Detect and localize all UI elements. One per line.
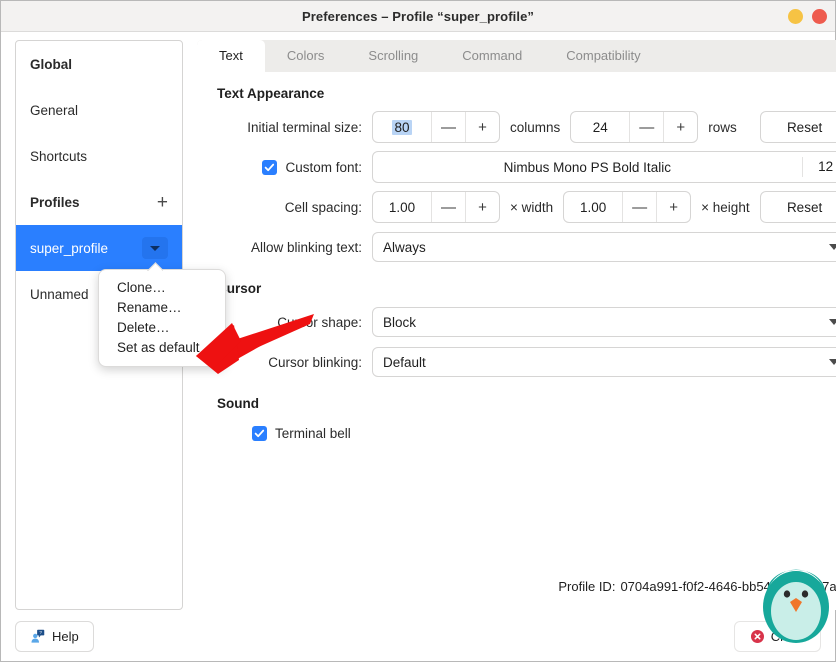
sidebar-item-label: General <box>30 102 79 118</box>
chevron-down-icon <box>828 359 836 365</box>
allow-blinking-text-value: Always <box>383 239 426 255</box>
columns-value[interactable]: 80 <box>373 112 431 142</box>
cell-width-unit-label: × width <box>510 199 554 215</box>
row-initial-terminal-size: Initial terminal size: 80 — + columns 24… <box>217 111 836 143</box>
row-terminal-bell: Terminal bell <box>217 421 836 445</box>
cell-height-unit-label: × height <box>701 199 750 215</box>
popup-pointer <box>147 262 163 271</box>
sidebar-item-label: Shortcuts <box>30 148 88 164</box>
row-cell-spacing: Cell spacing: 1.00 — + × width 1.00 — + … <box>217 191 836 223</box>
row-custom-font: Custom font: Nimbus Mono PS Bold Italic … <box>217 151 836 183</box>
label-cell-spacing: Cell spacing: <box>284 199 362 215</box>
sidebar-item-label: Unnamed <box>30 286 89 302</box>
tab-colors[interactable]: Colors <box>265 40 347 72</box>
label-cursor-blinking: Cursor blinking: <box>268 354 362 370</box>
tab-bar: Text Colors Scrolling Command Compatibil… <box>197 40 836 72</box>
sidebar-item-label: Global <box>30 56 73 72</box>
add-profile-icon[interactable]: + <box>157 193 168 212</box>
rows-minus-button[interactable]: — <box>629 112 663 142</box>
tab-compatibility[interactable]: Compatibility <box>544 40 662 72</box>
help-button[interactable]: ? Help <box>15 620 94 652</box>
main-panel: Text Colors Scrolling Command Compatibil… <box>183 32 836 610</box>
rows-value[interactable]: 24 <box>571 112 629 142</box>
cell-width-plus-button[interactable]: + <box>465 192 499 222</box>
tab-text[interactable]: Text <box>197 40 265 72</box>
cell-height-value[interactable]: 1.00 <box>564 192 622 222</box>
custom-font-size: 12 <box>801 157 836 177</box>
tab-command[interactable]: Command <box>440 40 544 72</box>
profile-menu-button[interactable] <box>142 237 168 259</box>
sidebar-item-shortcuts[interactable]: Shortcuts <box>16 133 182 179</box>
sidebar-section-label: Profiles <box>30 194 80 210</box>
window-controls <box>788 1 827 31</box>
cell-height-minus-button[interactable]: — <box>622 192 656 222</box>
label-allow-blinking-text: Allow blinking text: <box>250 239 362 255</box>
row-allow-blinking-text: Allow blinking text: Always <box>217 231 836 263</box>
minimize-button[interactable] <box>788 8 803 24</box>
window-title: Preferences – Profile “super_profile” <box>301 8 534 24</box>
terminal-bell-label: Terminal bell <box>275 425 351 441</box>
cell-spacing-reset-button[interactable]: Reset <box>759 191 836 223</box>
section-title-sound: Sound <box>217 396 259 411</box>
text-tab-content: Text Appearance Initial terminal size: 8… <box>197 72 836 610</box>
tab-scrolling[interactable]: Scrolling <box>346 40 440 72</box>
help-icon: ? <box>31 629 45 643</box>
window-footer: ? Help Close <box>1 610 835 662</box>
section-title-cursor: Cursor <box>217 281 262 296</box>
preferences-window: Preferences – Profile “super_profile” Gl… <box>0 0 836 662</box>
custom-font-checkbox[interactable] <box>262 159 278 175</box>
custom-font-label: Custom font: <box>285 159 362 175</box>
sidebar-item-global[interactable]: Global <box>16 41 182 87</box>
menu-item-set-as-default[interactable]: Set as default <box>99 338 225 358</box>
rows-unit-label: rows <box>708 119 737 135</box>
columns-unit-label: columns <box>510 119 561 135</box>
chevron-down-icon <box>828 244 836 250</box>
profile-context-menu[interactable]: Clone… Rename… Delete… Set as default <box>98 269 226 367</box>
chevron-down-icon <box>828 319 836 325</box>
row-cursor-shape: Cursor shape: Block <box>217 306 836 338</box>
window-titlebar: Preferences – Profile “super_profile” <box>1 1 835 32</box>
rows-stepper[interactable]: 24 — + <box>570 111 699 143</box>
columns-plus-button[interactable]: + <box>465 112 499 142</box>
profile-id-label: Profile ID: <box>558 579 616 594</box>
cursor-blinking-value: Default <box>383 354 426 370</box>
columns-minus-button[interactable]: — <box>431 112 465 142</box>
menu-item-delete[interactable]: Delete… <box>99 318 225 338</box>
allow-blinking-text-select[interactable]: Always <box>372 232 836 262</box>
penguin-mascot <box>763 569 829 643</box>
menu-item-rename[interactable]: Rename… <box>99 298 225 318</box>
svg-text:?: ? <box>39 630 42 635</box>
help-button-label: Help <box>52 628 79 644</box>
cursor-shape-value: Block <box>383 314 417 330</box>
window-close-button[interactable] <box>812 8 827 24</box>
columns-stepper[interactable]: 80 — + <box>372 111 500 143</box>
custom-font-name: Nimbus Mono PS Bold Italic <box>503 159 671 175</box>
row-cursor-blinking: Cursor blinking: Default <box>217 346 836 378</box>
cell-height-stepper[interactable]: 1.00 — + <box>563 191 692 223</box>
label-cursor-shape: Cursor shape: <box>277 314 362 330</box>
menu-item-clone[interactable]: Clone… <box>99 278 225 298</box>
sidebar-section-profiles: Profiles + <box>16 179 182 225</box>
cell-height-plus-button[interactable]: + <box>656 192 690 222</box>
label-initial-terminal-size: Initial terminal size: <box>247 119 362 135</box>
section-title-text-appearance: Text Appearance <box>217 86 325 101</box>
cell-width-minus-button[interactable]: — <box>431 192 465 222</box>
sidebar-item-label: super_profile <box>30 240 109 256</box>
terminal-bell-checkbox[interactable] <box>252 425 267 441</box>
terminal-size-reset-button[interactable]: Reset <box>759 111 836 143</box>
label-custom-font: Custom font: <box>217 159 372 175</box>
sidebar-item-general[interactable]: General <box>16 87 182 133</box>
cell-width-stepper[interactable]: 1.00 — + <box>372 191 500 223</box>
chevron-down-icon <box>150 245 160 251</box>
rows-plus-button[interactable]: + <box>663 112 697 142</box>
cursor-blinking-select[interactable]: Default <box>372 347 836 377</box>
cursor-shape-select[interactable]: Block <box>372 307 836 337</box>
custom-font-field[interactable]: Nimbus Mono PS Bold Italic 12 <box>372 151 836 183</box>
cell-width-value[interactable]: 1.00 <box>373 192 431 222</box>
